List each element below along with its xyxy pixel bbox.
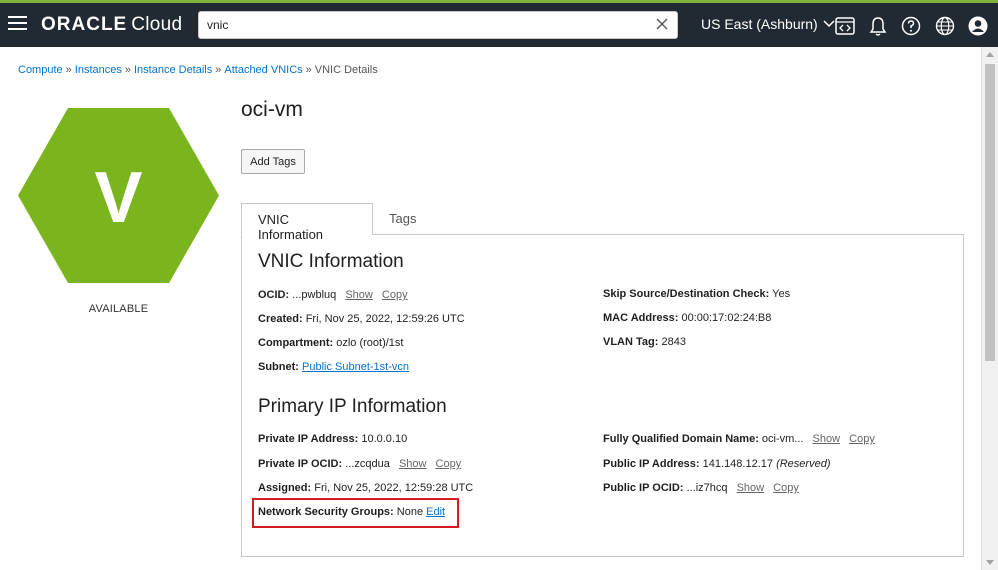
public-ip-field: Public IP Address: 141.148.12.17 (Reserv… [603,458,831,470]
tab-tags[interactable]: Tags [373,203,435,235]
scrollbar-thumb[interactable] [985,64,995,361]
help-icon[interactable] [900,15,922,37]
clear-search-icon[interactable] [655,17,669,31]
hamburger-menu-icon[interactable] [8,16,27,32]
add-tags-button[interactable]: Add Tags [241,149,305,174]
breadcrumb-instances[interactable]: Instances [75,64,122,76]
scroll-down-icon[interactable] [986,560,994,565]
hexagon-letter: V [94,158,142,238]
logo-brand: ORACLE [41,14,128,35]
private-ip-ocid-field: Private IP OCID: ...zcqdua Show Copy [258,458,462,470]
fqdn-field: Fully Qualified Domain Name: oci-vm... S… [603,433,875,445]
page-title: oci-vm [241,98,303,121]
breadcrumb-attached-vnics[interactable]: Attached VNICs [224,64,302,76]
created-field: Created: Fri, Nov 25, 2022, 12:59:26 UTC [258,313,465,325]
breadcrumb-instance-details[interactable]: Instance Details [134,64,212,76]
vlan-tag-field: VLAN Tag: 2843 [603,336,686,348]
fqdn-copy-link[interactable]: Copy [849,433,875,445]
compartment-field: Compartment: ozlo (root)/1st [258,337,404,349]
skip-source-destination-field: Skip Source/Destination Check: Yes [603,288,791,300]
region-selector[interactable]: US East (Ashburn) [701,16,835,32]
search-box [198,11,678,39]
private-ocid-show-link[interactable]: Show [399,458,427,470]
public-ocid-show-link[interactable]: Show [737,482,765,494]
oracle-cloud-logo[interactable]: ORACLE Cloud [41,14,182,36]
vnic-information-heading: VNIC Information [258,251,404,272]
ocid-copy-link[interactable]: Copy [382,289,408,301]
logo-product: Cloud [131,14,183,35]
public-ocid-copy-link[interactable]: Copy [773,482,799,494]
breadcrumb-compute[interactable]: Compute [18,64,63,76]
resource-status-hexagon: V [18,108,219,283]
status-label: AVAILABLE [88,303,149,315]
private-ip-field: Private IP Address: 10.0.0.10 [258,433,408,445]
public-ip-ocid-field: Public IP OCID: ...iz7hcq Show Copy [603,482,799,494]
user-profile-icon[interactable] [967,15,989,37]
breadcrumb: Compute» Instances» Instance Details» Attac… [18,64,378,76]
search-input[interactable] [207,16,647,34]
page-scrollbar[interactable] [981,47,998,570]
highlight-box [252,498,459,528]
globe-language-icon[interactable] [934,15,956,37]
subnet-link[interactable]: Public Subnet-1st-vcn [302,361,409,373]
assigned-field: Assigned: Fri, Nov 25, 2022, 12:59:28 UT… [258,482,474,494]
tab-vnic-information[interactable]: VNIC Information [241,203,373,242]
region-label: US East (Ashburn) [701,16,818,32]
code-editor-icon[interactable] [834,15,856,37]
ocid-field: OCID: ...pwbluq Show Copy [258,289,408,301]
breadcrumb-current: VNIC Details [314,64,378,76]
primary-ip-heading: Primary IP Information [258,396,447,417]
subnet-field: Subnet: Public Subnet-1st-vcn [258,361,410,373]
chevron-down-icon [823,20,835,28]
notifications-bell-icon[interactable] [867,15,889,37]
top-navigation-bar: ORACLECloud US East (Ashburn) [0,0,998,47]
private-ocid-copy-link[interactable]: Copy [436,458,462,470]
ocid-show-link[interactable]: Show [345,289,373,301]
mac-address-field: MAC Address: 00:00:17:02:24:B8 [603,312,772,324]
fqdn-show-link[interactable]: Show [813,433,841,445]
scroll-up-icon[interactable] [986,52,994,57]
